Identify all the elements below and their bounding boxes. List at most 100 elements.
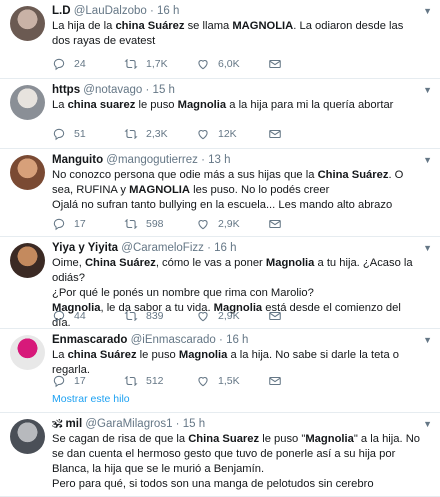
retweet-button[interactable]: 512 bbox=[124, 374, 196, 388]
timestamp[interactable]: 13 h bbox=[208, 154, 230, 166]
avatar[interactable] bbox=[10, 335, 45, 370]
tweet[interactable]: 🕉 mil @GaraMilagros1 · 15 h Se cagan de r… bbox=[0, 413, 440, 497]
like-button[interactable]: 1,5K bbox=[196, 374, 268, 388]
highlighted-term: china Suárez bbox=[115, 20, 185, 32]
mail-icon bbox=[269, 129, 281, 139]
display-name[interactable]: Manguito bbox=[52, 154, 103, 166]
tweet-header: Yiya y Yiyita @CarameloFizz · 16 h bbox=[52, 241, 422, 255]
likes-count: 2,9K bbox=[218, 218, 240, 230]
timestamp[interactable]: 16 h bbox=[214, 242, 236, 254]
timeline: L.D @LauDalzobo · 16 h La hija de la chin… bbox=[0, 0, 440, 497]
direct-message-button[interactable] bbox=[268, 57, 340, 71]
tweet-header: L.D @LauDalzobo · 16 h bbox=[52, 4, 422, 18]
avatar[interactable] bbox=[10, 85, 45, 120]
replies-count: 24 bbox=[74, 58, 86, 70]
chevron-down-icon[interactable]: ▼ bbox=[423, 419, 432, 429]
user-handle[interactable]: @notavago bbox=[80, 84, 142, 96]
retweet-icon bbox=[124, 218, 138, 230]
text-segment: se llama bbox=[184, 20, 233, 32]
avatar[interactable] bbox=[10, 155, 45, 190]
display-name[interactable]: 🕉 mil bbox=[52, 418, 82, 430]
direct-message-button[interactable] bbox=[268, 374, 340, 388]
highlighted-term: China Suárez bbox=[84, 257, 156, 269]
replies-count: 17 bbox=[74, 375, 86, 387]
tweet-header: 🕉 mil @GaraMilagros1 · 15 h bbox=[52, 417, 422, 431]
text-segment: No conozco persona que odie más a sus hi… bbox=[52, 169, 318, 181]
chevron-down-icon[interactable]: ▼ bbox=[423, 6, 432, 16]
display-name[interactable]: L.D bbox=[52, 5, 71, 17]
retweet-button[interactable]: 839 bbox=[124, 309, 196, 323]
timestamp[interactable]: 16 h bbox=[157, 5, 179, 17]
text-segment: La hija de la bbox=[52, 20, 116, 32]
text-segment: le puso bbox=[135, 99, 178, 111]
like-button[interactable]: 6,0K bbox=[196, 57, 268, 71]
avatar[interactable] bbox=[10, 243, 45, 278]
text-segment: Oime, bbox=[52, 257, 85, 269]
tweet[interactable]: L.D @LauDalzobo · 16 h La hija de la chin… bbox=[0, 0, 440, 79]
mail-icon bbox=[269, 376, 281, 386]
text-segment: La bbox=[52, 349, 68, 361]
like-button[interactable]: 2,9K bbox=[196, 217, 268, 231]
likes-count: 6,0K bbox=[218, 58, 240, 70]
retweets-count: 512 bbox=[146, 375, 164, 387]
display-name[interactable]: Yiya y Yiyita bbox=[52, 242, 118, 254]
reply-icon bbox=[53, 58, 65, 71]
display-name[interactable]: https bbox=[52, 84, 80, 96]
retweet-button[interactable]: 2,3K bbox=[124, 127, 196, 141]
retweet-icon bbox=[124, 58, 138, 70]
show-thread-link[interactable]: Mostrar este hilo bbox=[52, 393, 130, 405]
tweet[interactable]: Enmascarado @iEnmascarado · 16 h La china… bbox=[0, 329, 440, 413]
separator-dot: · bbox=[172, 418, 183, 430]
chevron-down-icon[interactable]: ▼ bbox=[423, 243, 432, 253]
text-segment: les puso. No lo podés creer bbox=[190, 184, 330, 196]
separator-dot: · bbox=[197, 154, 209, 166]
timestamp[interactable]: 15 h bbox=[183, 418, 205, 430]
reply-button[interactable]: 17 bbox=[52, 217, 124, 231]
timestamp[interactable]: 15 h bbox=[153, 84, 175, 96]
avatar[interactable] bbox=[10, 419, 45, 454]
user-handle[interactable]: @GaraMilagros1 bbox=[82, 418, 172, 430]
avatar[interactable] bbox=[10, 6, 45, 41]
tweet[interactable]: https @notavago · 15 h La china suarez le… bbox=[0, 79, 440, 149]
direct-message-button[interactable] bbox=[268, 217, 340, 231]
direct-message-button[interactable] bbox=[268, 127, 340, 141]
tweet-actions: 24 1,7K 6,0K bbox=[52, 57, 340, 71]
chevron-down-icon[interactable]: ▼ bbox=[423, 335, 432, 345]
separator-dot: · bbox=[146, 5, 158, 17]
likes-count: 12K bbox=[218, 128, 237, 140]
text-segment: La bbox=[52, 99, 68, 111]
reply-icon bbox=[53, 218, 65, 231]
retweets-count: 839 bbox=[146, 310, 164, 322]
mail-icon bbox=[269, 219, 281, 229]
user-handle[interactable]: @CarameloFizz bbox=[118, 242, 204, 254]
retweets-count: 2,3K bbox=[146, 128, 168, 140]
tweet-text: La china suarez le puso Magnolia a la hi… bbox=[52, 98, 422, 113]
highlighted-term: china Suárez bbox=[67, 349, 137, 361]
chevron-down-icon[interactable]: ▼ bbox=[423, 155, 432, 165]
tweet[interactable]: Yiya y Yiyita @CarameloFizz · 16 h Oime, … bbox=[0, 237, 440, 329]
timestamp[interactable]: 16 h bbox=[226, 334, 248, 346]
replies-count: 44 bbox=[74, 310, 86, 322]
retweet-icon bbox=[124, 310, 138, 322]
chevron-down-icon[interactable]: ▼ bbox=[423, 85, 432, 95]
separator-dot: · bbox=[203, 242, 215, 254]
reply-button[interactable]: 24 bbox=[52, 57, 124, 71]
like-button[interactable]: 2,9K bbox=[196, 309, 268, 323]
heart-icon bbox=[198, 220, 208, 230]
user-handle[interactable]: @mangogutierrez bbox=[103, 154, 198, 166]
reply-icon bbox=[53, 128, 65, 141]
tweet[interactable]: Manguito @mangogutierrez · 13 h No conozc… bbox=[0, 149, 440, 237]
reply-button[interactable]: 17 bbox=[52, 374, 124, 388]
reply-icon bbox=[53, 375, 65, 388]
retweet-button[interactable]: 1,7K bbox=[124, 57, 196, 71]
highlighted-term: MAGNOLIA bbox=[232, 20, 294, 32]
user-handle[interactable]: @iEnmascarado bbox=[127, 334, 216, 346]
retweet-button[interactable]: 598 bbox=[124, 217, 196, 231]
reply-button[interactable]: 51 bbox=[52, 127, 124, 141]
highlighted-term: Magnolia bbox=[305, 433, 354, 445]
direct-message-button[interactable] bbox=[268, 309, 340, 323]
display-name[interactable]: Enmascarado bbox=[52, 334, 127, 346]
reply-button[interactable]: 44 bbox=[52, 309, 124, 323]
like-button[interactable]: 12K bbox=[196, 127, 268, 141]
user-handle[interactable]: @LauDalzobo bbox=[71, 5, 147, 17]
